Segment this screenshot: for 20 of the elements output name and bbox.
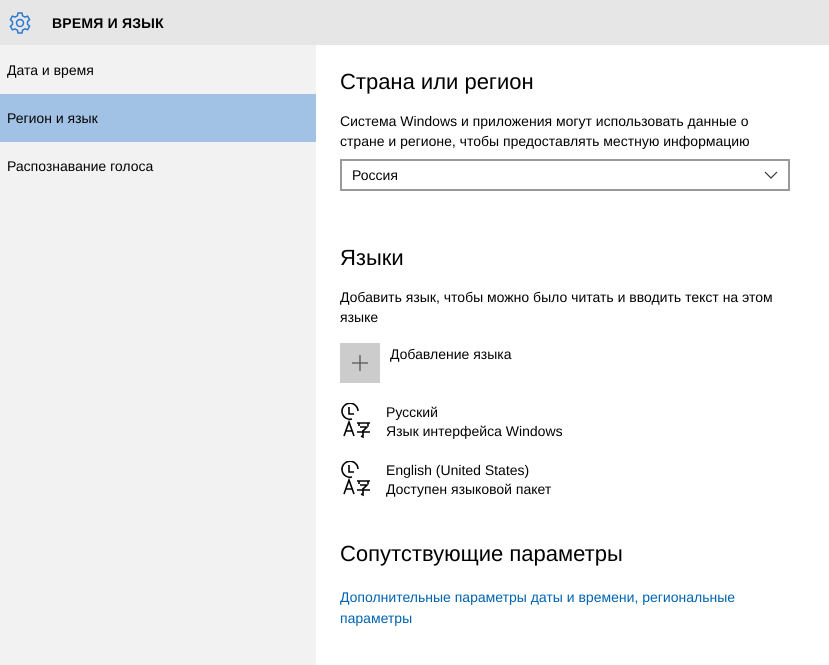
section-heading: Страна или регион [340, 68, 535, 96]
language-status: Язык интерфейса Windows [386, 422, 563, 441]
description: Система Windows и приложения могут использовать данные о стране и регионе, чтобы предоставлять местную информацию [340, 112, 751, 151]
description: Добавить язык, чтобы можно было читать и вводить текст на этом языке [340, 288, 774, 327]
plus-icon [351, 354, 369, 372]
sidebar-item[interactable]: Регион и язык [0, 94, 316, 142]
language-status: Доступен языковой пакет [386, 480, 552, 499]
window-title: ВРЕМЯ И ЯЗЫК [52, 14, 164, 30]
language-name[interactable]: English (United States) [386, 461, 552, 480]
settings-link[interactable]: Дополнительные параметры даты и времени, региональные параметры [340, 587, 780, 629]
add-language-button[interactable] [340, 343, 380, 383]
add-language-label[interactable]: Добавление языка [390, 346, 512, 362]
sidebar-item[interactable]: Дата и время [0, 46, 316, 94]
chevron-icon [764, 171, 778, 179]
country-dropdown[interactable]: Россия [340, 159, 790, 191]
language-name[interactable]: Русский [386, 403, 563, 422]
section-heading: Сопутствующие параметры [340, 540, 624, 568]
sidebar-item[interactable]: Распознавание голоса [0, 142, 316, 190]
settings-icon [8, 10, 32, 34]
section-heading: Языки [340, 244, 405, 272]
